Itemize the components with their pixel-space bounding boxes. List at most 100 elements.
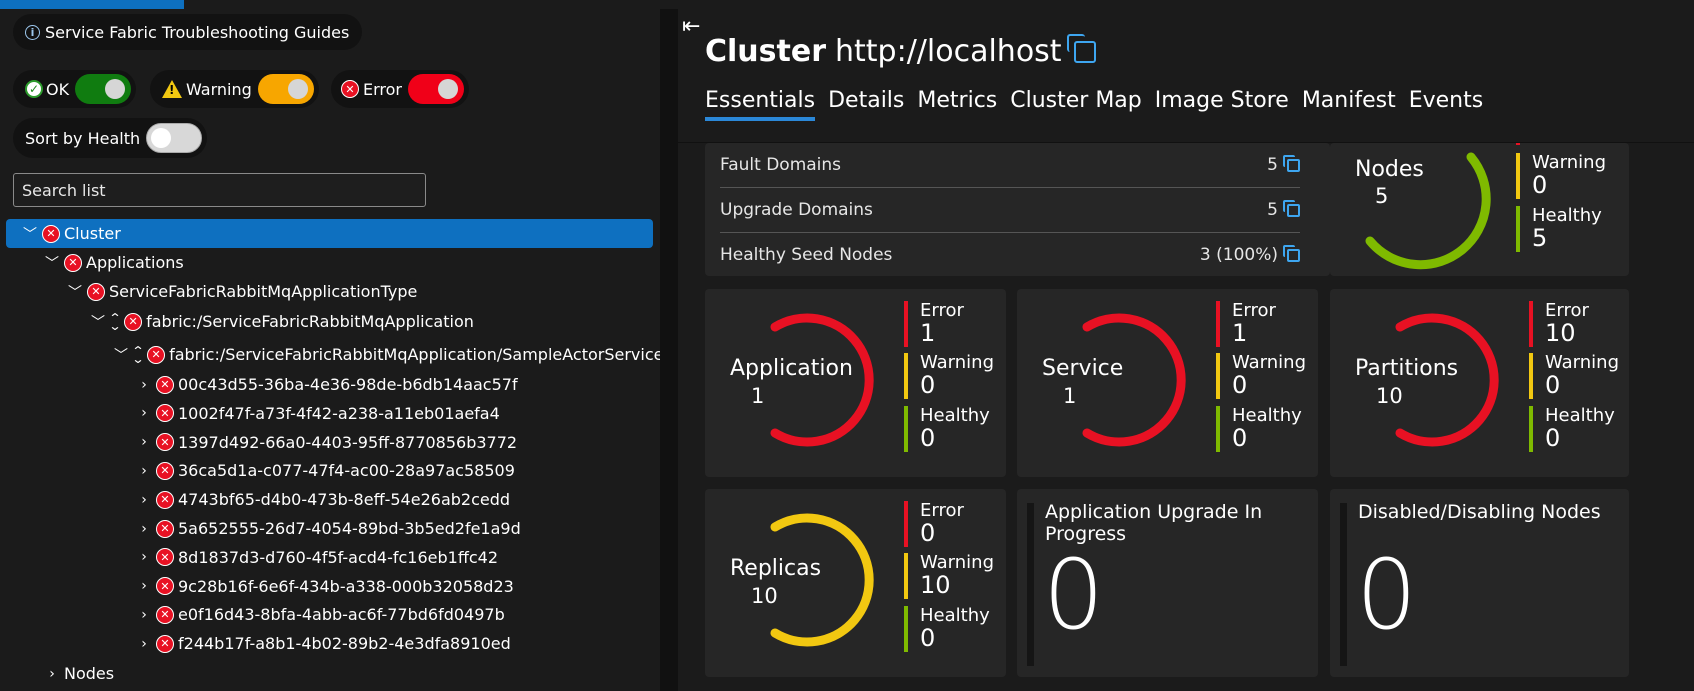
chevron-down-icon[interactable]: ﹀ [21, 224, 39, 244]
chevron-down-icon[interactable]: ﹀ [112, 345, 130, 365]
chevron-right-icon[interactable]: › [135, 521, 153, 537]
essentials-row: Healthy Seed Nodes 3 (100%) [720, 233, 1300, 277]
stat-label: Warning [1232, 352, 1307, 373]
tab-metrics[interactable]: Metrics [917, 88, 997, 121]
tree-item-partition[interactable]: › ✕ 00c43d55-36ba-4e36-98de-b6db14aac57f [135, 370, 517, 399]
copy-icon[interactable] [1283, 154, 1300, 172]
chevron-right-icon[interactable]: › [135, 636, 153, 652]
partitions-error-stat: Error 10 [1529, 300, 1589, 347]
tab-image-store[interactable]: Image Store [1155, 88, 1289, 121]
ok-filter-toggle[interactable] [75, 74, 132, 104]
sort-icon: ⌃ ⌄ [108, 310, 122, 333]
stat-value: 0 [1232, 371, 1248, 399]
tab-events[interactable]: Events [1409, 88, 1484, 121]
stat-value: 1 [1232, 319, 1248, 347]
sort-by-health-toggle[interactable] [146, 123, 203, 153]
stat-label: Warning [920, 552, 995, 573]
chevron-right-icon[interactable]: › [135, 578, 153, 594]
disabled-nodes-card: Disabled/Disabling Nodes 0 [1330, 489, 1629, 677]
search-input[interactable] [13, 173, 426, 207]
page-title-url: http://localhost [835, 34, 1062, 69]
nodes-error-bar [1516, 143, 1520, 145]
tree-item-partition[interactable]: › ✕ f244b17f-a8b1-4b02-89b2-4e3dfa8910ed [135, 629, 511, 658]
tab-manifest[interactable]: Manifest [1302, 88, 1396, 121]
service-health-card: Service 1 Error 1 Warning 0 Healthy 0 [1017, 289, 1318, 477]
pane-divider[interactable] [660, 9, 678, 691]
stat-label: Error [1545, 300, 1589, 321]
error-icon: ✕ [64, 253, 82, 272]
tree-item-label: 9c28b16f-6e6f-434b-a338-000b32058d23 [178, 576, 514, 596]
copy-icon[interactable] [1283, 199, 1300, 217]
chevron-down-icon[interactable]: ﹀ [66, 282, 84, 302]
essentials-value: 3 (100%) [1199, 245, 1278, 265]
service-gauge [1082, 313, 1186, 447]
chevron-down-icon[interactable]: ﹀ [89, 312, 107, 332]
replicas-error-stat: Error 0 [904, 501, 964, 547]
error-icon: ✕ [341, 80, 359, 98]
tree-item-application[interactable]: ﹀ ⌃ ⌄ ✕ fabric:/ServiceFabricRabbitMqAppl… [89, 307, 474, 336]
error-icon: ✕ [156, 577, 174, 596]
tab-cluster-map[interactable]: Cluster Map [1010, 88, 1142, 121]
nodes-gauge-name: Nodes [1355, 157, 1424, 182]
stat-label: Warning [1532, 152, 1607, 173]
partitions-warning-stat: Warning 0 [1529, 353, 1619, 399]
chevron-right-icon[interactable]: › [135, 549, 153, 565]
chevron-right-icon[interactable]: › [43, 666, 61, 682]
tree-item-service[interactable]: ﹀ ⌃ ⌄ ✕ fabric:/ServiceFabricRabbitMqAppl… [112, 340, 663, 369]
check-icon: ✓ [25, 80, 43, 98]
collapse-tree-icon[interactable]: ⇤ [682, 14, 700, 39]
copy-icon[interactable] [1283, 244, 1300, 262]
error-filter-toggle[interactable] [408, 74, 464, 104]
tab-details[interactable]: Details [828, 88, 904, 121]
tree-item-partition[interactable]: › ✕ 8d1837d3-d760-4f5f-acd4-fc16eb1ffc42 [135, 543, 498, 572]
service-warning-stat: Warning 0 [1216, 352, 1307, 399]
tree-item-partition[interactable]: › ✕ e0f16d43-8bfa-4abb-ac6f-77bd6fd0497b [135, 600, 505, 629]
partitions-gauge [1395, 313, 1499, 447]
tree-item-partition[interactable]: › ✕ 36ca5d1a-c077-47f4-ac00-28a97ac58509 [135, 456, 515, 485]
tree-item-applications[interactable]: ﹀ ✕ Applications [43, 248, 184, 277]
error-icon: ✕ [124, 312, 143, 331]
tree-item-label: 1002f47f-a73f-4f42-a238-a11eb01aefa4 [178, 403, 500, 423]
chevron-right-icon[interactable]: › [135, 377, 153, 393]
ok-filter: ✓ OK [13, 70, 137, 108]
tree-item-nodes[interactable]: › Nodes [43, 659, 114, 688]
tab-essentials[interactable]: Essentials [705, 88, 816, 121]
tree-item-label: Cluster [64, 224, 121, 243]
partitions-gauge-name: Partitions [1355, 356, 1459, 381]
copy-icon[interactable] [1066, 33, 1096, 63]
tree-item-label: 8d1837d3-d760-4f5f-acd4-fc16eb1ffc42 [178, 547, 499, 567]
chevron-right-icon[interactable]: › [135, 434, 153, 450]
tree-item-label: 36ca5d1a-c077-47f4-ac00-28a97ac58509 [178, 461, 515, 481]
chevron-right-icon[interactable]: › [135, 405, 153, 421]
warning-filter-toggle[interactable] [257, 74, 314, 104]
stat-label: Warning [920, 352, 995, 373]
replicas-gauge-total: 10 [751, 584, 778, 608]
chevron-right-icon[interactable]: › [135, 607, 153, 623]
tree-item-cluster[interactable]: ﹀ ✕ Cluster [6, 219, 653, 248]
page-title: Cluster http://localhost [705, 33, 1096, 69]
tree-item-label: fabric:/ServiceFabricRabbitMqApplication [146, 312, 474, 331]
tree-item-partition[interactable]: › ✕ 5a652555-26d7-4054-89bd-3b5ed2fe1a9d [135, 514, 521, 543]
warning-filter: ! Warning [150, 70, 319, 108]
error-icon: ✕ [156, 605, 174, 624]
stat-value: 0 [920, 519, 936, 547]
sort-by-health-label: Sort by Health [25, 128, 141, 148]
info-icon: i [25, 24, 40, 40]
tree-item-app-type[interactable]: ﹀ ✕ ServiceFabricRabbitMqApplicationType [66, 277, 417, 306]
essentials-label: Fault Domains [720, 155, 842, 175]
service-healthy-stat: Healthy 0 [1216, 406, 1302, 452]
tree-item-partition[interactable]: › ✕ 4743bf65-d4b0-473b-8eff-54e26ab2cedd [135, 485, 510, 514]
tree-item-partition[interactable]: › ✕ 1002f47f-a73f-4f42-a238-a11eb01aefa4 [135, 399, 500, 428]
chevron-down-icon[interactable]: ﹀ [43, 253, 61, 273]
partitions-gauge-total: 10 [1376, 384, 1403, 408]
troubleshooting-guides-link[interactable]: i Service Fabric Troubleshooting Guides [13, 14, 363, 50]
replicas-gauge-name: Replicas [730, 556, 822, 581]
application-error-stat: Error 1 [904, 301, 964, 347]
chevron-right-icon[interactable]: › [135, 492, 153, 508]
nodes-gauge-total: 5 [1375, 184, 1389, 208]
service-gauge-total: 1 [1063, 384, 1077, 408]
chevron-right-icon[interactable]: › [135, 463, 153, 479]
tree-item-label: Applications [86, 253, 184, 272]
tree-item-partition[interactable]: › ✕ 1397d492-66a0-4403-95ff-8770856b3772 [135, 428, 517, 457]
tree-item-partition[interactable]: › ✕ 9c28b16f-6e6f-434b-a338-000b32058d23 [135, 572, 514, 601]
